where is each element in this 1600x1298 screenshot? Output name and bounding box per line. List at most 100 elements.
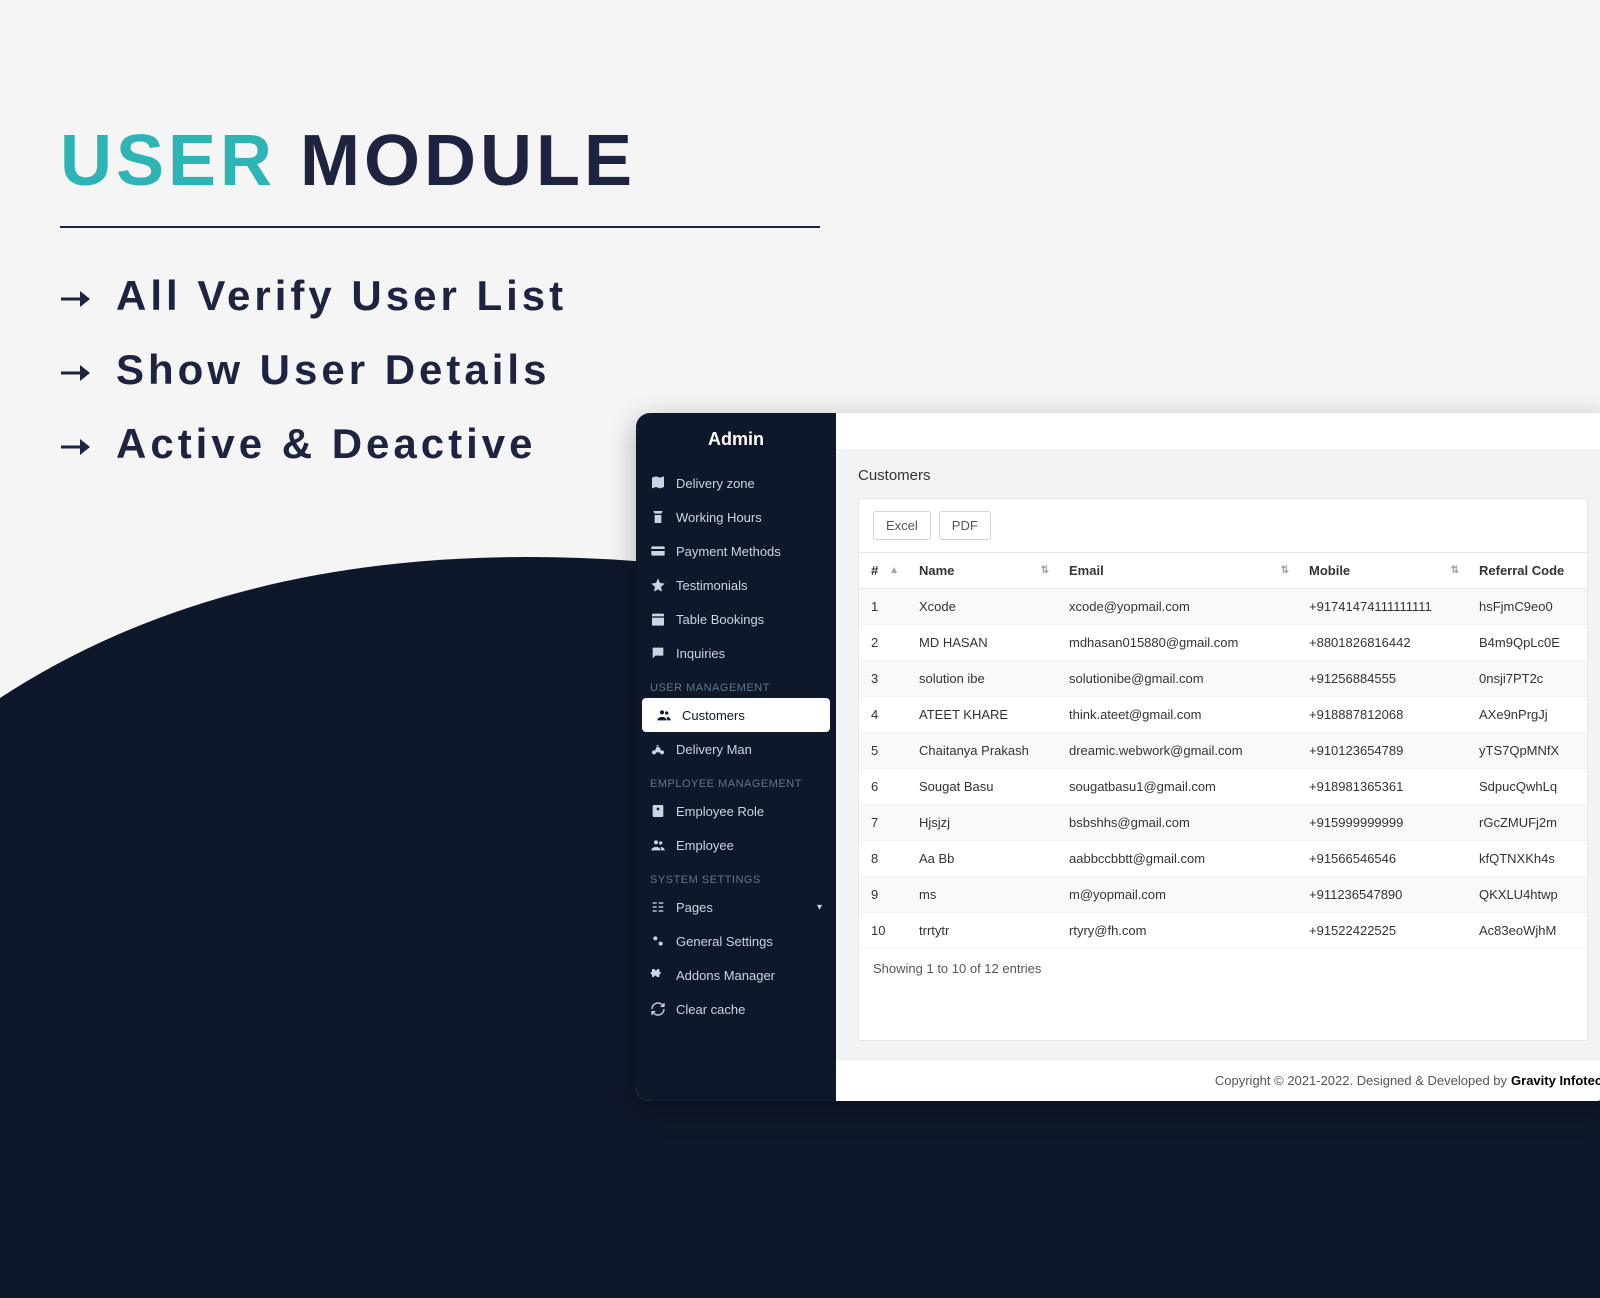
cell-name: trrtytr xyxy=(907,913,1057,949)
cell-mobile: +91566546546 xyxy=(1297,841,1467,877)
cell-referral: SdpucQwhLq xyxy=(1467,769,1587,805)
cell-name: Xcode xyxy=(907,589,1057,625)
sidebar-section-system: SYSTEM SETTINGS xyxy=(636,862,836,890)
export-pdf-button[interactable]: PDF xyxy=(939,511,991,540)
cell-email: aabbccbbtt@gmail.com xyxy=(1057,841,1297,877)
cell-email: m@yopmail.com xyxy=(1057,877,1297,913)
table-row[interactable]: 10trrtytrrtyry@fh.com+91522422525Ac83eoW… xyxy=(859,913,1587,949)
table-info: Showing 1 to 10 of 12 entries xyxy=(859,949,1587,988)
cell-email: solutionibe@gmail.com xyxy=(1057,661,1297,697)
sidebar-item-clear-cache[interactable]: Clear cache xyxy=(636,992,836,1026)
th-email[interactable]: Email⇅ xyxy=(1057,553,1297,589)
arrow-right-icon xyxy=(60,272,90,320)
sort-icon: ⇅ xyxy=(1041,567,1049,575)
cell-mobile: +8801826816442 xyxy=(1297,625,1467,661)
hero-item-label: Show User Details xyxy=(116,346,550,394)
cell-name: Sougat Basu xyxy=(907,769,1057,805)
sidebar-item-table-bookings[interactable]: Table Bookings xyxy=(636,602,836,636)
export-row: Excel PDF xyxy=(859,499,1587,552)
th-name[interactable]: Name⇅ xyxy=(907,553,1057,589)
th-referral[interactable]: Referral Code xyxy=(1467,553,1587,589)
sidebar-item-pages[interactable]: Pages ▾ xyxy=(636,890,836,924)
footer-company[interactable]: Gravity Infotech xyxy=(1511,1073,1600,1088)
cell-index: 4 xyxy=(859,697,907,733)
cell-referral: Ac83eoWjhM xyxy=(1467,913,1587,949)
hero-divider xyxy=(60,226,820,228)
footer-copyright: Copyright © 2021-2022. Designed & Develo… xyxy=(1215,1073,1507,1088)
hero-item-label: All Verify User List xyxy=(116,272,567,320)
table-row[interactable]: 8Aa Bbaabbccbbtt@gmail.com+91566546546kf… xyxy=(859,841,1587,877)
th-index[interactable]: #▲ xyxy=(859,553,907,589)
cell-referral: hsFjmC9eo0 xyxy=(1467,589,1587,625)
th-mobile[interactable]: Mobile⇅ xyxy=(1297,553,1467,589)
pages-icon xyxy=(650,899,666,915)
cell-name: solution ibe xyxy=(907,661,1057,697)
table-row[interactable]: 4ATEET KHAREthink.ateet@gmail.com+918887… xyxy=(859,697,1587,733)
sort-icon: ▲ xyxy=(889,567,899,575)
cell-email: sougatbasu1@gmail.com xyxy=(1057,769,1297,805)
sidebar-item-label: Customers xyxy=(682,708,745,723)
hero-item: Show User Details xyxy=(60,346,820,394)
table-row[interactable]: 6Sougat Basusougatbasu1@gmail.com+918981… xyxy=(859,769,1587,805)
chevron-down-icon: ▾ xyxy=(817,902,822,913)
sidebar-item-employee[interactable]: Employee xyxy=(636,828,836,862)
cell-referral: kfQTNXKh4s xyxy=(1467,841,1587,877)
puzzle-icon xyxy=(650,967,666,983)
card: Excel PDF #▲ Name⇅ Email⇅ Mobile⇅ Referr… xyxy=(858,498,1588,1041)
cell-index: 1 xyxy=(859,589,907,625)
sidebar-item-employee-role[interactable]: Employee Role xyxy=(636,794,836,828)
cell-email: bsbshhs@gmail.com xyxy=(1057,805,1297,841)
sidebar-item-delivery-man[interactable]: Delivery Man xyxy=(636,732,836,766)
table-row[interactable]: 7Hjsjzjbsbshhs@gmail.com+915999999999rGc… xyxy=(859,805,1587,841)
arrow-right-icon xyxy=(60,420,90,468)
chat-icon xyxy=(650,645,666,661)
bike-icon xyxy=(650,741,666,757)
cell-mobile: +918887812068 xyxy=(1297,697,1467,733)
star-icon xyxy=(650,577,666,593)
sidebar-item-addons-manager[interactable]: Addons Manager xyxy=(636,958,836,992)
table-row[interactable]: 1Xcodexcode@yopmail.com+9174147411111111… xyxy=(859,589,1587,625)
sidebar-item-label: Pages xyxy=(676,900,713,915)
cell-email: mdhasan015880@gmail.com xyxy=(1057,625,1297,661)
cell-email: xcode@yopmail.com xyxy=(1057,589,1297,625)
sidebar-item-label: Delivery zone xyxy=(676,476,755,491)
sidebar-item-label: Payment Methods xyxy=(676,544,781,559)
hero-title-rest: MODULE xyxy=(276,121,636,201)
table-row[interactable]: 9msm@yopmail.com+911236547890QKXLU4htwp xyxy=(859,877,1587,913)
table-row[interactable]: 5Chaitanya Prakashdreamic.webwork@gmail.… xyxy=(859,733,1587,769)
gear-icon xyxy=(650,933,666,949)
cell-index: 9 xyxy=(859,877,907,913)
sidebar-item-delivery-zone[interactable]: Delivery zone xyxy=(636,466,836,500)
users-icon xyxy=(656,707,672,723)
cell-email: rtyry@fh.com xyxy=(1057,913,1297,949)
sidebar-item-payment-methods[interactable]: Payment Methods xyxy=(636,534,836,568)
table-row[interactable]: 3solution ibesolutionibe@gmail.com+91256… xyxy=(859,661,1587,697)
cell-name: Hjsjzj xyxy=(907,805,1057,841)
sidebar-item-testimonials[interactable]: Testimonials xyxy=(636,568,836,602)
sidebar-item-inquiries[interactable]: Inquiries xyxy=(636,636,836,670)
customers-table: #▲ Name⇅ Email⇅ Mobile⇅ Referral Code 1X… xyxy=(859,552,1587,949)
cell-index: 10 xyxy=(859,913,907,949)
cell-referral: AXe9nPrgJj xyxy=(1467,697,1587,733)
hero-title-accent: USER xyxy=(60,121,276,201)
sidebar-item-label: General Settings xyxy=(676,934,773,949)
cell-index: 5 xyxy=(859,733,907,769)
table-row[interactable]: 2MD HASANmdhasan015880@gmail.com+8801826… xyxy=(859,625,1587,661)
footer: Copyright © 2021-2022. Designed & Develo… xyxy=(836,1059,1600,1101)
export-excel-button[interactable]: Excel xyxy=(873,511,931,540)
sidebar-item-label: Addons Manager xyxy=(676,968,775,983)
sidebar-item-label: Clear cache xyxy=(676,1002,745,1017)
main: Customers Excel PDF #▲ Name⇅ Email⇅ Mobi… xyxy=(836,413,1600,1101)
sidebar-item-working-hours[interactable]: Working Hours xyxy=(636,500,836,534)
cell-name: Chaitanya Prakash xyxy=(907,733,1057,769)
cell-name: MD HASAN xyxy=(907,625,1057,661)
hero-title: USER MODULE xyxy=(60,120,820,202)
cell-index: 2 xyxy=(859,625,907,661)
clock-icon xyxy=(650,509,666,525)
sidebar-item-label: Working Hours xyxy=(676,510,762,525)
sidebar-item-label: Table Bookings xyxy=(676,612,764,627)
sort-icon: ⇅ xyxy=(1281,567,1289,575)
hero-item-label: Active & Deactive xyxy=(116,420,537,468)
sidebar-item-customers[interactable]: Customers xyxy=(642,698,830,732)
sidebar-item-general-settings[interactable]: General Settings xyxy=(636,924,836,958)
